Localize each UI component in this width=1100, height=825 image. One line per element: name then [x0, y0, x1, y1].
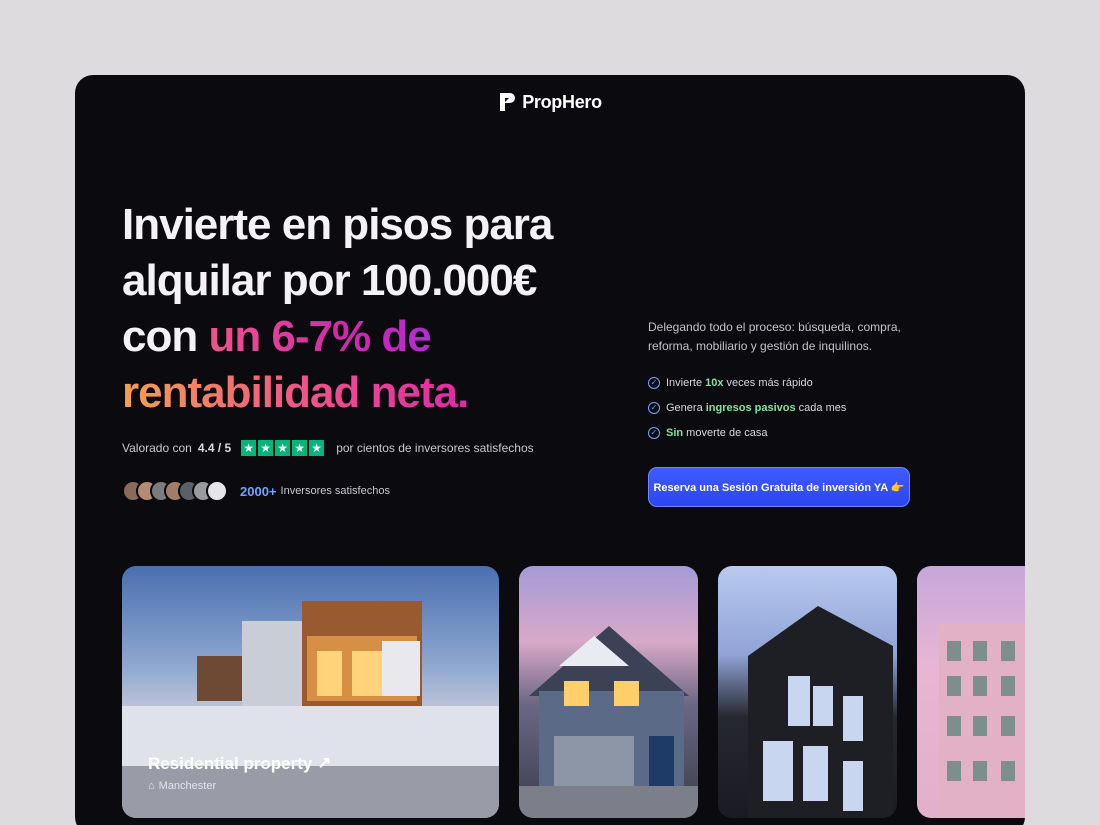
- card-location-text: Manchester: [158, 780, 217, 792]
- rating-suffix: por cientos de inversores satisfechos: [336, 441, 534, 455]
- investors-label: Inversores satisfechos: [280, 485, 390, 497]
- benefit-text: Sin moverte de casa: [666, 427, 768, 439]
- benefits-list: ✓ Invierte 10x veces más rápido ✓ Genera…: [648, 370, 938, 445]
- benefit-text: Invierte 10x veces más rápido: [666, 377, 813, 389]
- star-icon: ★: [292, 440, 308, 456]
- hero-line-3-plain: con: [122, 312, 209, 361]
- benefit-post: veces más rápido: [723, 376, 813, 389]
- star-icon: ★: [275, 440, 291, 456]
- prophero-logo-icon: [500, 93, 516, 111]
- benefit-highlight: Sin: [666, 426, 684, 439]
- hero-line-2: alquilar por 100.000€: [122, 256, 537, 305]
- benefit-pre: Invierte: [666, 376, 706, 389]
- benefit-pre: Genera: [666, 401, 706, 414]
- hero-side-panel: Delegando todo el proceso: búsqueda, com…: [648, 318, 938, 507]
- benefit-post: cada mes: [795, 401, 847, 414]
- hero-line-3-highlight: un 6-7% de: [208, 312, 431, 361]
- intro-text: Delegando todo el proceso: búsqueda, com…: [648, 320, 901, 353]
- trustpilot-stars[interactable]: ★ ★ ★ ★ ★: [241, 440, 325, 456]
- investors-row: 2000+ Inversores satisfechos: [122, 480, 390, 502]
- property-card[interactable]: [519, 566, 698, 818]
- location-pin-icon: ⌂: [148, 780, 155, 792]
- hero-line-1: Invierte en pisos para: [122, 200, 553, 249]
- brand-logo[interactable]: PropHero: [75, 91, 1025, 113]
- check-circle-icon: ✓: [648, 401, 660, 414]
- benefit-post: moverte de casa: [683, 426, 768, 439]
- star-icon: ★: [258, 440, 274, 456]
- benefit-text: Genera ingresos pasivos cada mes: [666, 402, 846, 414]
- hero-line-4: rentabilidad neta.: [122, 365, 642, 421]
- card-caption: Residential property ↗ ⌂ Manchester: [148, 754, 331, 792]
- rating-row: Valorado con 4.4 / 5 ★ ★ ★ ★ ★ por cient…: [122, 440, 534, 456]
- property-card[interactable]: Residential property ↗ ⌂ Manchester: [122, 566, 499, 818]
- investors-count: 2000+: [240, 483, 277, 499]
- benefit-item: ✓ Genera ingresos pasivos cada mes: [648, 395, 938, 420]
- property-card[interactable]: [917, 566, 1025, 818]
- page-frame: PropHero Invierte en pisos para alquilar…: [75, 75, 1025, 825]
- property-image: [748, 606, 893, 818]
- benefit-highlight: 10x: [705, 376, 724, 389]
- star-icon: ★: [309, 440, 325, 456]
- benefit-highlight: ingresos pasivos: [705, 401, 796, 414]
- book-session-button[interactable]: Reserva una Sesión Gratuita de inversión…: [648, 467, 910, 507]
- card-location: ⌂ Manchester: [148, 780, 331, 792]
- brand-name: PropHero: [522, 91, 602, 112]
- rating-prefix: Valorado con: [122, 441, 192, 455]
- check-circle-icon: ✓: [648, 376, 660, 389]
- benefit-item: ✓ Invierte 10x veces más rápido: [648, 370, 938, 395]
- rating-score: 4.4 / 5: [197, 441, 232, 455]
- star-icon: ★: [241, 440, 257, 456]
- check-circle-icon: ✓: [648, 426, 660, 439]
- property-image: [519, 626, 698, 818]
- hero-line-3: con un 6-7% de: [122, 309, 642, 365]
- property-image: [939, 624, 1025, 818]
- card-title: Residential property ↗: [148, 754, 332, 773]
- avatar: [206, 480, 228, 502]
- avatar-group: [122, 480, 228, 502]
- property-card[interactable]: [718, 566, 897, 818]
- benefit-item: ✓ Sin moverte de casa: [648, 420, 938, 445]
- hero-headline: Invierte en pisos para alquilar por 100.…: [122, 197, 642, 421]
